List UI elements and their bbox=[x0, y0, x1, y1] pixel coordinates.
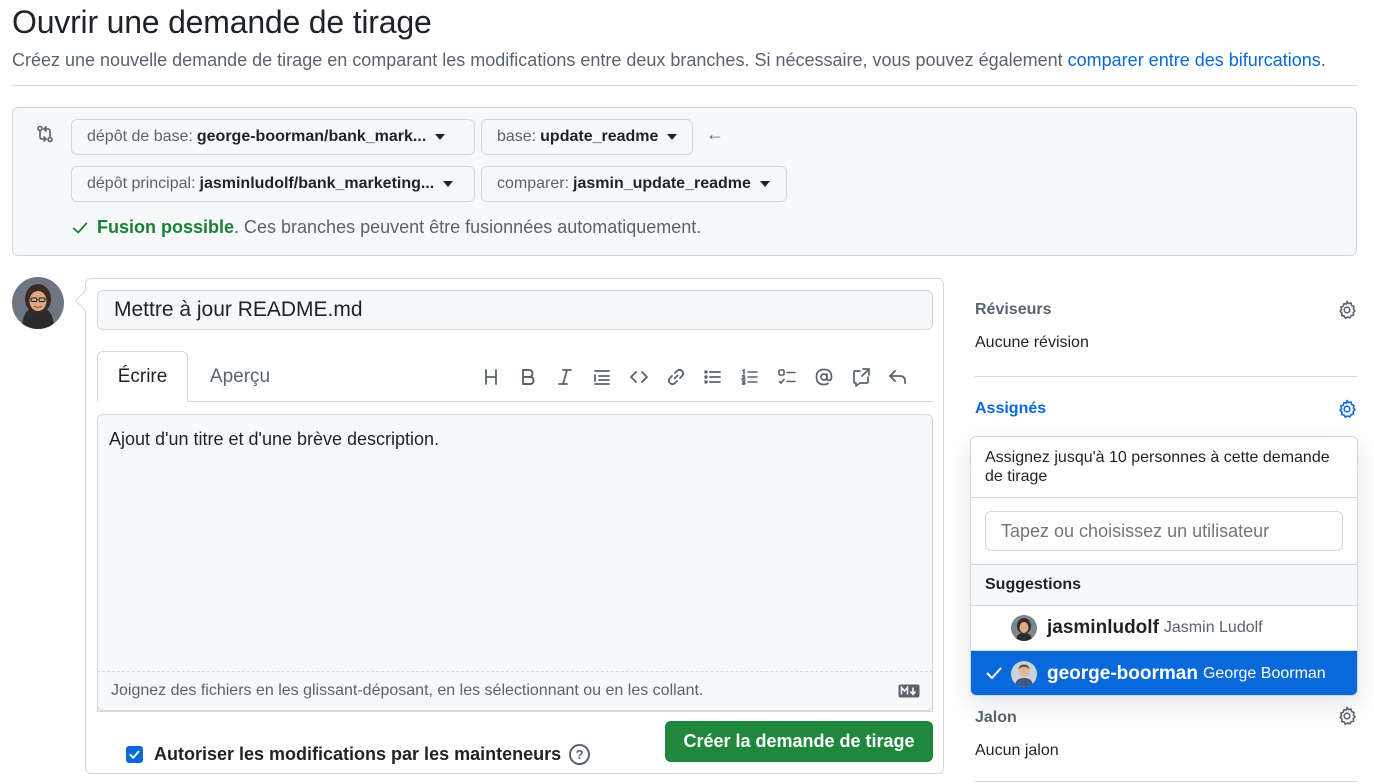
allow-edits-label: Autoriser les modifications par les main… bbox=[154, 744, 562, 764]
heading-icon[interactable] bbox=[480, 366, 502, 388]
code-icon[interactable] bbox=[628, 366, 650, 388]
reviewers-value: Aucune révision bbox=[975, 334, 1089, 351]
assignees-heading[interactable]: Assignés bbox=[975, 400, 1046, 418]
assignee-option-selected[interactable]: george-boorman George Boorman bbox=[971, 651, 1357, 695]
italic-icon[interactable] bbox=[554, 366, 576, 388]
base-branch-select[interactable]: base: update_readme bbox=[481, 119, 693, 155]
reviewers-heading[interactable]: Réviseurs bbox=[975, 301, 1052, 319]
compare-branch-select[interactable]: comparer: jasmin_update_readme bbox=[481, 166, 787, 202]
tab-write[interactable]: Écrire bbox=[97, 351, 188, 402]
milestone-heading[interactable]: Jalon bbox=[975, 709, 1017, 727]
chevron-down-icon bbox=[435, 134, 446, 140]
allow-edits-row: Autoriser les modifications par les main… bbox=[126, 744, 591, 765]
assignee-login: jasminludolf bbox=[1047, 617, 1159, 638]
assignee-filter-input[interactable] bbox=[985, 511, 1343, 551]
compare-branch-value: jasmin_update_readme bbox=[573, 175, 751, 192]
assignee-option[interactable]: jasminludolf Jasmin Ludolf bbox=[971, 606, 1357, 651]
cross-reference-icon[interactable] bbox=[850, 366, 872, 388]
create-pull-request-button[interactable]: Créer la demande de tirage bbox=[665, 721, 933, 762]
base-repo-value: george-boorman/bank_mark... bbox=[196, 128, 427, 145]
check-icon bbox=[72, 222, 88, 233]
tab-preview[interactable]: Aperçu bbox=[190, 351, 290, 402]
base-repo-select[interactable]: dépôt de base: george-boorman/bank_mark.… bbox=[71, 119, 475, 155]
head-repo-value: jasminludolf/bank_marketing... bbox=[199, 175, 435, 192]
assignee-dropdown: Assignez jusqu'à 10 personnes à cette de… bbox=[970, 436, 1358, 696]
attachment-hint: Joignez des fichiers en les glissant-dép… bbox=[111, 682, 704, 699]
compare-forks-link[interactable]: comparer entre des bifurcations bbox=[1068, 50, 1321, 70]
avatar bbox=[1011, 615, 1037, 641]
merge-status: Fusion possible. Ces branches peuvent êt… bbox=[71, 217, 701, 238]
merge-status-text: . Ces branches peuvent être fusionnées a… bbox=[234, 217, 702, 237]
page-title: Ouvrir une demande de tirage bbox=[12, 4, 432, 40]
sidebar-divider bbox=[975, 781, 1357, 782]
base-branch-value: update_readme bbox=[540, 128, 659, 145]
arrow-left-icon: ← bbox=[706, 124, 724, 144]
pr-body-textarea[interactable]: Ajout d'un titre et d'une brève descript… bbox=[97, 414, 933, 712]
unordered-list-icon[interactable] bbox=[702, 366, 724, 388]
assignee-login: george-boorman bbox=[1047, 662, 1198, 684]
gear-icon[interactable] bbox=[1337, 706, 1357, 726]
chevron-down-icon bbox=[443, 181, 454, 187]
chevron-down-icon bbox=[759, 181, 770, 187]
subtitle-text: Créez une nouvelle demande de tirage en … bbox=[12, 50, 1063, 70]
head-repo-select[interactable]: dépôt principal: jasminludolf/bank_marke… bbox=[71, 166, 475, 202]
allow-edits-checkbox[interactable] bbox=[126, 746, 143, 763]
file-attachment-bar[interactable]: Joignez des fichiers en les glissant-dép… bbox=[97, 671, 933, 711]
assignee-fullname: Jasmin Ludolf bbox=[1163, 619, 1263, 636]
check-icon bbox=[986, 667, 1002, 679]
base-repo-label: dépôt de base: bbox=[87, 128, 193, 145]
markdown-toolbar bbox=[480, 363, 924, 391]
gear-icon[interactable] bbox=[1337, 399, 1357, 419]
avatar bbox=[12, 277, 64, 329]
link-icon[interactable] bbox=[665, 366, 687, 388]
compare-range-box: dépôt de base: george-boorman/bank_mark.… bbox=[12, 107, 1357, 256]
pull-request-form: Écrire Aperçu bbox=[85, 278, 944, 774]
quote-icon[interactable] bbox=[591, 366, 613, 388]
question-icon[interactable]: ? bbox=[569, 744, 591, 765]
gear-icon[interactable] bbox=[1337, 300, 1357, 320]
chevron-down-icon bbox=[667, 134, 678, 140]
suggestions-heading: Suggestions bbox=[971, 564, 1357, 606]
sidebar-divider bbox=[975, 376, 1357, 377]
header-divider bbox=[12, 85, 1357, 86]
compare-branch-label: comparer: bbox=[497, 175, 570, 192]
milestone-value: Aucun jalon bbox=[975, 742, 1059, 759]
subtitle-end: . bbox=[1320, 50, 1326, 70]
ordered-list-icon[interactable] bbox=[739, 366, 761, 388]
head-repo-label: dépôt principal: bbox=[87, 175, 196, 192]
mention-icon[interactable] bbox=[813, 366, 835, 388]
base-branch-label: base: bbox=[497, 128, 537, 145]
avatar bbox=[1011, 660, 1037, 687]
bold-icon[interactable] bbox=[517, 366, 539, 388]
dropdown-header: Assignez jusqu'à 10 personnes à cette de… bbox=[971, 437, 1357, 498]
pr-title-input[interactable] bbox=[97, 290, 933, 330]
reply-icon[interactable] bbox=[887, 366, 909, 388]
page-subtitle: Créez une nouvelle demande de tirage en … bbox=[12, 50, 1326, 71]
task-list-icon[interactable] bbox=[776, 366, 798, 388]
git-compare-icon bbox=[35, 124, 55, 144]
markdown-icon bbox=[898, 684, 920, 698]
merge-ok-label: Fusion possible bbox=[97, 217, 235, 237]
assignee-fullname: George Boorman bbox=[1202, 664, 1326, 682]
pr-body-text: Ajout d'un titre et d'une brève descript… bbox=[109, 429, 440, 449]
